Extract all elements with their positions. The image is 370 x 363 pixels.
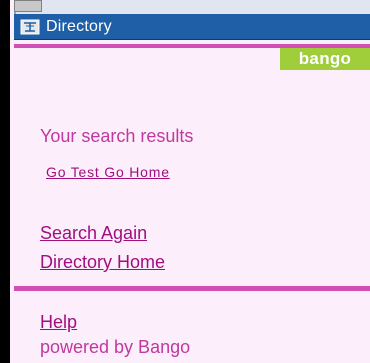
powered-by-footer: powered by Bango: [40, 337, 191, 357]
title-bar: Directory: [14, 14, 370, 40]
middle-divider: [14, 286, 370, 291]
directory-icon: [20, 17, 40, 37]
result-link-go-test-go-home[interactable]: Go Test Go Home: [46, 164, 170, 180]
results-heading: Your search results: [40, 126, 194, 146]
page-content: bango Your search results Go Test Go Hom…: [14, 40, 370, 363]
window-tab[interactable]: [14, 0, 42, 12]
window-top-frame: [14, 0, 370, 14]
help-link[interactable]: Help: [40, 312, 77, 333]
window-title: Directory: [46, 17, 112, 35]
search-again-link[interactable]: Search Again: [40, 223, 147, 244]
bango-logo: bango: [280, 48, 370, 70]
directory-home-link[interactable]: Directory Home: [40, 252, 165, 273]
